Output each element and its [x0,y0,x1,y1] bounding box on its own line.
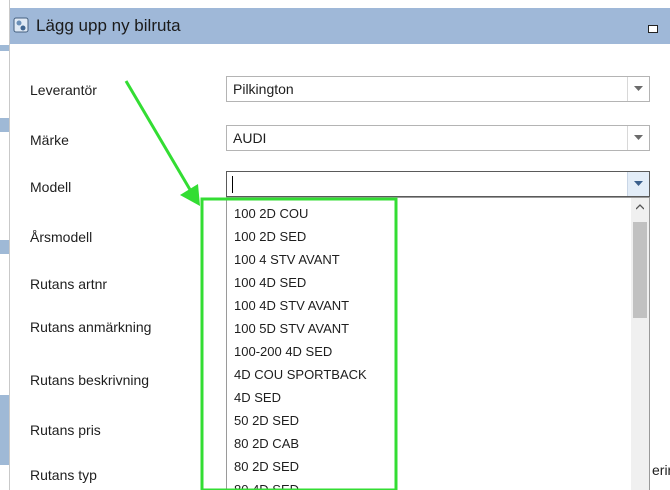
annotation-overlay [124,80,398,490]
highlight-box [200,197,398,490]
annotation-arrow [124,80,194,194]
